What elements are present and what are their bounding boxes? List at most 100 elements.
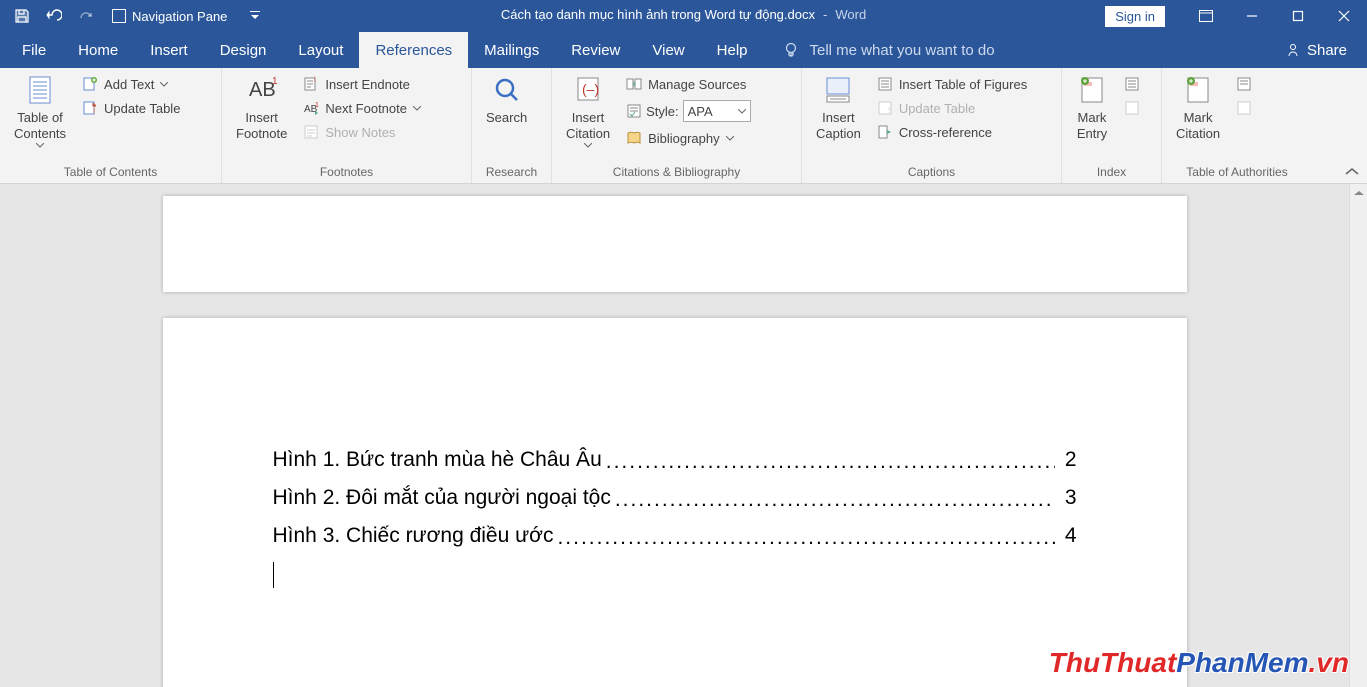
tab-mailings[interactable]: Mailings: [468, 32, 555, 68]
insert-toa-button[interactable]: [1232, 74, 1256, 94]
tab-file[interactable]: File: [6, 32, 62, 68]
style-icon: [626, 103, 642, 119]
collapse-ribbon-button[interactable]: [1345, 167, 1359, 177]
vertical-scrollbar[interactable]: [1349, 184, 1367, 687]
undo-button[interactable]: [40, 2, 68, 30]
tell-me-search[interactable]: Tell me what you want to do: [782, 32, 995, 68]
tof-entry-text: Hình 2. Đôi mắt của người ngoại tộc: [273, 486, 611, 510]
chevron-down-icon: [160, 82, 168, 87]
insert-citation-button[interactable]: (–) Insert Citation: [560, 72, 616, 165]
bibliography-icon: [626, 130, 642, 146]
maximize-button[interactable]: [1275, 0, 1321, 32]
redo-button[interactable]: [72, 2, 100, 30]
tab-review[interactable]: Review: [555, 32, 636, 68]
tab-layout[interactable]: Layout: [282, 32, 359, 68]
update-index-icon: [1124, 100, 1140, 116]
insert-table-of-figures-button[interactable]: Insert Table of Figures: [873, 74, 1031, 94]
chevron-down-icon: [413, 106, 421, 111]
checkbox-icon: [112, 9, 126, 23]
tab-insert[interactable]: Insert: [134, 32, 204, 68]
update-toc-button[interactable]: ! Update Table: [78, 98, 184, 118]
add-text-button[interactable]: Add Text: [78, 74, 184, 94]
group-label: Citations & Bibliography: [560, 165, 793, 181]
tab-help[interactable]: Help: [701, 32, 764, 68]
manage-sources-button[interactable]: Manage Sources: [622, 74, 755, 94]
tof-entry-page: 4: [1059, 524, 1077, 548]
tof-entry[interactable]: Hình 3. Chiếc rương điều ước 4: [273, 524, 1077, 548]
tof-entry[interactable]: Hình 2. Đôi mắt của người ngoại tộc 3: [273, 486, 1077, 510]
insert-caption-button[interactable]: Insert Caption: [810, 72, 867, 165]
lightbulb-icon: [782, 41, 800, 59]
svg-text:1: 1: [315, 102, 319, 109]
tab-design[interactable]: Design: [204, 32, 283, 68]
mark-entry-icon: [1076, 74, 1108, 106]
menu-bar: File Home Insert Design Layout Reference…: [0, 32, 1367, 68]
citation-icon: (–): [572, 74, 604, 106]
mark-entry-button[interactable]: Mark Entry: [1070, 72, 1114, 165]
tof-leader-dots: [557, 526, 1055, 550]
footnote-icon: AB1: [246, 74, 278, 106]
svg-text:(–): (–): [582, 81, 599, 97]
bibliography-button[interactable]: Bibliography: [622, 128, 755, 148]
ribbon: Table of Contents Add Text ! Update Tabl…: [0, 68, 1367, 184]
tof-leader-dots: [606, 450, 1055, 474]
add-text-icon: [82, 76, 98, 92]
next-footnote-icon: AB1: [303, 100, 319, 116]
document-title: Cách tạo danh mục hình ảnh trong Word tự…: [501, 7, 815, 22]
tab-references[interactable]: References: [359, 32, 468, 68]
tab-view[interactable]: View: [636, 32, 700, 68]
citation-style-selector[interactable]: Style: APA: [622, 98, 755, 124]
group-table-of-authorities: Mark Citation Table of Authorities: [1162, 68, 1312, 183]
style-dropdown[interactable]: APA: [683, 100, 751, 122]
group-label: Index: [1070, 165, 1153, 181]
table-of-contents-button[interactable]: Table of Contents: [8, 72, 72, 165]
minimize-button[interactable]: [1229, 0, 1275, 32]
sign-in-button[interactable]: Sign in: [1105, 6, 1165, 27]
chevron-down-icon: [738, 109, 746, 114]
tab-home[interactable]: Home: [62, 32, 134, 68]
navigation-pane-toggle[interactable]: Navigation Pane: [112, 9, 227, 24]
document-area[interactable]: Hình 1. Bức tranh mùa hè Châu Âu 2 Hình …: [0, 184, 1349, 687]
caption-icon: [822, 74, 854, 106]
group-index: Mark Entry Index: [1062, 68, 1162, 183]
navigation-pane-label: Navigation Pane: [132, 9, 227, 24]
update-toa-button: [1232, 98, 1256, 118]
mark-citation-button[interactable]: Mark Citation: [1170, 72, 1226, 165]
insert-footnote-button[interactable]: AB1 Insert Footnote: [230, 72, 293, 165]
group-captions: Insert Caption Insert Table of Figures !…: [802, 68, 1062, 183]
toa-icon: [1236, 76, 1252, 92]
group-table-of-contents: Table of Contents Add Text ! Update Tabl…: [0, 68, 222, 183]
mark-citation-icon: [1182, 74, 1214, 106]
chevron-down-icon: [36, 143, 44, 148]
cross-ref-icon: [877, 124, 893, 140]
group-label: Table of Authorities: [1170, 165, 1304, 181]
svg-text:!: !: [93, 107, 95, 116]
previous-page[interactable]: [163, 196, 1187, 292]
cross-reference-button[interactable]: Cross-reference: [873, 122, 1031, 142]
current-page[interactable]: Hình 1. Bức tranh mùa hè Châu Âu 2 Hình …: [163, 318, 1187, 687]
next-footnote-button[interactable]: AB1 Next Footnote: [299, 98, 425, 118]
save-button[interactable]: [8, 2, 36, 30]
tof-entry[interactable]: Hình 1. Bức tranh mùa hè Châu Âu 2: [273, 448, 1077, 472]
share-button[interactable]: Share: [1265, 32, 1367, 68]
tof-entry-page: 3: [1059, 486, 1077, 510]
update-icon: !: [82, 100, 98, 116]
group-label: Captions: [810, 165, 1053, 181]
share-icon: [1285, 42, 1301, 58]
index-icon: [1124, 76, 1140, 92]
insert-endnote-button[interactable]: i Insert Endnote: [299, 74, 425, 94]
chevron-down-icon: [726, 136, 734, 141]
update-icon: !: [877, 100, 893, 116]
qat-customize-dropdown[interactable]: [249, 10, 261, 22]
group-research: Search Research: [472, 68, 552, 183]
update-toa-icon: [1236, 100, 1252, 116]
group-label: Table of Contents: [8, 165, 213, 181]
close-button[interactable]: [1321, 0, 1367, 32]
title-bar: Navigation Pane Cách tạo danh mục hình ả…: [0, 0, 1367, 32]
insert-index-button[interactable]: [1120, 74, 1144, 94]
search-button[interactable]: Search: [480, 72, 533, 165]
scroll-up-button[interactable]: [1350, 184, 1367, 202]
window-title: Cách tạo danh mục hình ảnh trong Word tự…: [501, 7, 866, 22]
ribbon-display-options-button[interactable]: [1183, 0, 1229, 32]
tof-entry-page: 2: [1059, 448, 1077, 472]
